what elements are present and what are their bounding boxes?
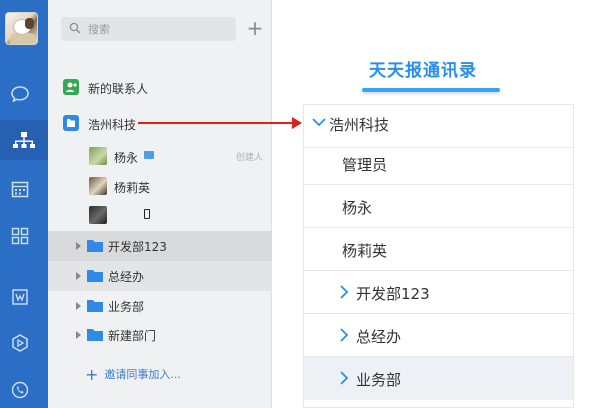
new-contacts-label: 新的联系人	[88, 82, 149, 96]
department-row[interactable]: 开发部123	[304, 271, 573, 314]
department-item[interactable]: 开发部123	[48, 231, 272, 261]
member-row[interactable]: 杨永 创建人	[48, 142, 272, 172]
expand-triangle-icon[interactable]	[76, 331, 81, 339]
avatar-dog-ear	[25, 18, 34, 29]
company-icon	[63, 115, 79, 131]
apps-grid-icon[interactable]	[10, 226, 30, 246]
department-row[interactable]: 业务部	[304, 357, 573, 400]
company-item[interactable]: 浩州科技	[48, 109, 272, 139]
company-name: 浩州科技	[329, 116, 390, 134]
list-item-label: 杨永	[342, 199, 373, 217]
title-underline	[362, 88, 500, 92]
calendar-icon[interactable]	[10, 179, 30, 199]
department-label: 开发部123	[108, 240, 167, 254]
member-name: 杨莉英	[114, 181, 151, 195]
desktop-online-icon	[144, 151, 154, 159]
department-item[interactable]: 业务部	[48, 291, 272, 321]
invite-colleagues-link[interactable]: + 邀请同事加入...	[85, 365, 181, 384]
list-item-label: 管理员	[342, 156, 388, 174]
add-button[interactable]: +	[246, 18, 264, 40]
expand-triangle-icon[interactable]	[76, 302, 81, 310]
expand-triangle-icon[interactable]	[76, 242, 81, 250]
chevron-right-icon	[340, 371, 349, 385]
panel-title: 天天报通讯录	[369, 61, 477, 81]
new-contacts-item[interactable]: 新的联系人	[48, 73, 272, 103]
directory-list: 浩州科技 管理员 杨永 杨莉英 开发部123 总经办 业务部	[303, 104, 574, 408]
contacts-sidebar: 搜索 + 新的联系人 浩州科技 杨永 创建人 杨莉英 开发部123 总经办 业务…	[48, 0, 272, 408]
department-label: 总经办	[108, 270, 145, 284]
annotation-arrow-line	[138, 122, 294, 124]
search-icon	[69, 22, 81, 34]
nav-rail	[0, 0, 48, 408]
hexagon-play-icon[interactable]	[10, 333, 30, 353]
invite-label: 邀请同事加入...	[104, 368, 181, 381]
expand-triangle-icon[interactable]	[76, 272, 81, 280]
member-name: 杨永	[114, 151, 139, 165]
department-row-label: 总经办	[356, 328, 402, 346]
annotation-arrow-head	[292, 117, 302, 129]
chevron-right-icon	[340, 285, 349, 299]
member-avatar	[89, 206, 107, 224]
plus-icon: +	[85, 365, 99, 384]
member-avatar	[89, 177, 107, 195]
mobile-icon	[144, 209, 150, 219]
member-row[interactable]: 杨莉英	[48, 172, 272, 202]
phone-icon[interactable]	[10, 380, 30, 400]
member-row[interactable]	[48, 201, 272, 231]
org-chart-icon[interactable]	[0, 120, 48, 160]
department-item[interactable]: 总经办	[48, 261, 272, 291]
department-row-label: 业务部	[356, 371, 402, 389]
user-avatar[interactable]	[5, 12, 38, 45]
folder-icon	[87, 300, 103, 312]
member-avatar	[89, 147, 107, 165]
folder-icon	[87, 270, 103, 282]
list-item-label: 杨莉英	[342, 242, 388, 260]
company-label: 浩州科技	[88, 118, 137, 132]
member-role: 创建人	[236, 153, 264, 163]
folder-icon	[87, 329, 103, 341]
list-item[interactable]: 杨永	[304, 185, 573, 228]
chevron-right-icon	[340, 328, 349, 342]
chevron-down-icon	[312, 118, 326, 127]
list-item[interactable]: 管理员	[304, 142, 573, 185]
folder-icon	[87, 240, 103, 252]
list-item[interactable]: 杨莉英	[304, 228, 573, 271]
search-input[interactable]: 搜索	[61, 17, 236, 41]
document-icon[interactable]	[10, 287, 30, 307]
department-row[interactable]: 总经办	[304, 314, 573, 357]
department-item[interactable]: 新建部门	[48, 320, 272, 350]
chat-icon[interactable]	[10, 84, 30, 104]
department-row-label: 开发部123	[356, 285, 430, 303]
department-label: 业务部	[108, 300, 145, 314]
search-placeholder: 搜索	[88, 23, 110, 36]
department-label: 新建部门	[108, 329, 157, 343]
new-contact-icon	[63, 79, 79, 95]
